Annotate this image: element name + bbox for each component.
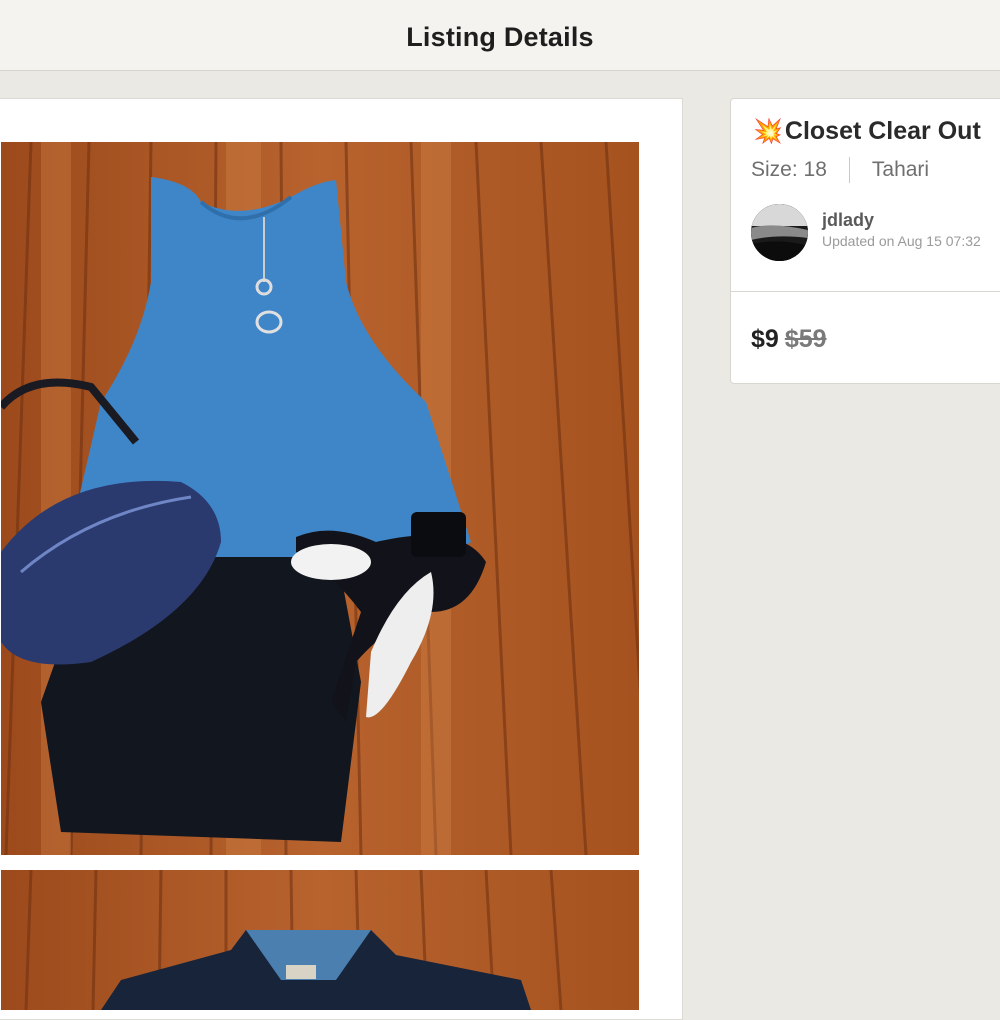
listing-title: 💥Closet Clear Out	[753, 117, 981, 146]
listing-info-card: 💥Closet Clear Out Size: 18 Tahari jdlady…	[730, 98, 1000, 384]
listing-photo-2[interactable]	[1, 870, 639, 1010]
seller-avatar[interactable]	[751, 204, 808, 261]
listing-title-text: Closet Clear Out	[784, 117, 981, 145]
card-divider	[731, 291, 1000, 292]
page-title: Listing Details	[406, 22, 594, 52]
listing-photo-main[interactable]	[1, 142, 639, 855]
original-price: $59	[784, 325, 827, 353]
size-label: Size: 18	[751, 158, 827, 181]
meta-divider	[848, 157, 850, 183]
price: $9	[751, 325, 779, 353]
brand-link[interactable]: Tahari	[872, 158, 929, 182]
seller-username[interactable]: jdlady	[822, 210, 981, 231]
price-row: $9 $59	[751, 325, 827, 354]
listing-meta: Size: 18 Tahari	[751, 157, 929, 183]
seller-info[interactable]: jdlady Updated on Aug 15 07:32	[751, 204, 981, 261]
photo-gallery	[0, 98, 683, 1020]
collision-icon: 💥	[753, 118, 783, 145]
top-bar: Listing Details	[0, 0, 1000, 71]
updated-timestamp: Updated on Aug 15 07:32	[822, 233, 981, 249]
